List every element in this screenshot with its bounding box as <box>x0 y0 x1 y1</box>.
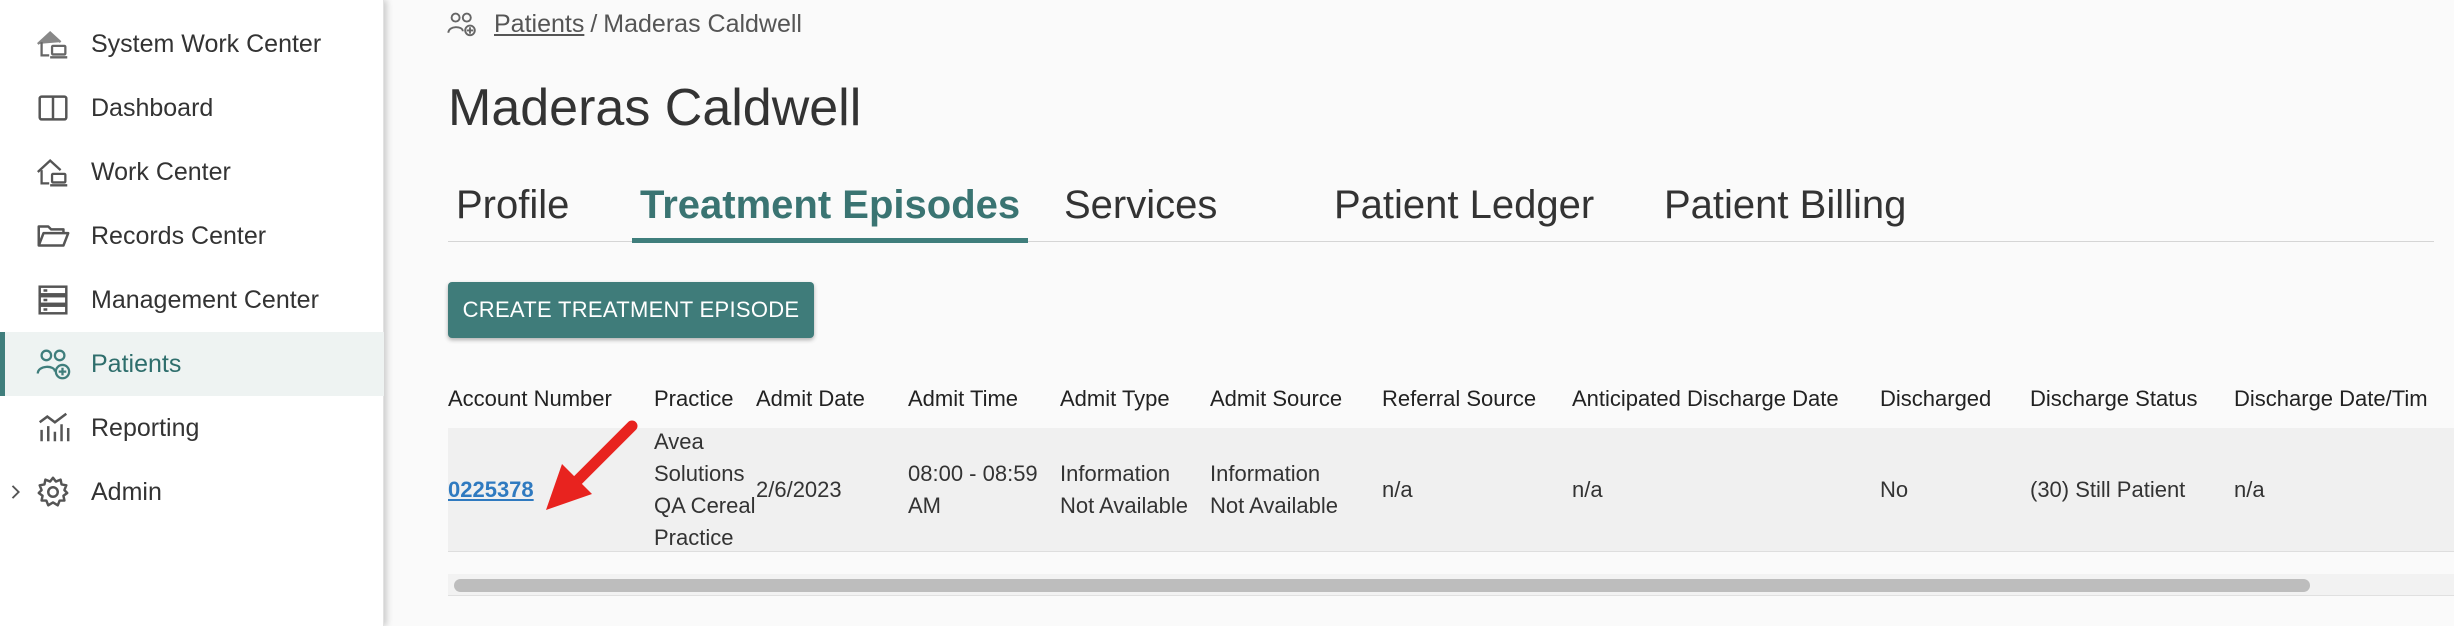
account-number-link[interactable]: 0225378 <box>448 477 534 502</box>
bar-chart-trend-icon <box>32 407 74 449</box>
sidebar-item-label: Management Center <box>91 285 319 314</box>
column-header-discharged[interactable]: Discharged <box>1880 386 1991 412</box>
column-header-discharge-datetime[interactable]: Discharge Date/Tim <box>2234 386 2428 412</box>
sidebar-item-work-center[interactable]: Work Center <box>0 140 384 204</box>
column-header-admit-type[interactable]: Admit Type <box>1060 386 1170 412</box>
column-header-admit-date[interactable]: Admit Date <box>756 386 865 412</box>
table-row[interactable]: 0225378 Avea Solutions QA Cereal Practic… <box>448 428 2454 552</box>
app-root: System Work Center Dashboard Work Center… <box>0 0 2454 626</box>
cell-discharged: No <box>1880 477 1909 502</box>
horizontal-scrollbar[interactable] <box>448 574 2454 596</box>
folder-open-icon <box>32 215 74 257</box>
cell-discharge-datetime: n/a <box>2234 477 2265 502</box>
annotation-arrow-icon <box>546 420 638 510</box>
sidebar-item-label: System Work Center <box>91 29 322 58</box>
sidebar-item-dashboard[interactable]: Dashboard <box>0 76 384 140</box>
sidebar-item-label: Records Center <box>91 221 267 250</box>
scrollbar-thumb[interactable] <box>454 579 2310 592</box>
column-header-admit-time[interactable]: Admit Time <box>908 386 1018 412</box>
cell-anticipated-discharge-date: n/a <box>1572 477 1603 502</box>
sidebar-item-label: Admin <box>91 477 162 506</box>
people-add-icon <box>446 9 480 39</box>
home-laptop-icon <box>32 151 74 193</box>
page-title: Maderas Caldwell <box>448 79 862 137</box>
cell-admit-type: Information Not Available <box>1060 461 1189 518</box>
breadcrumb-current: Maderas Caldwell <box>603 9 802 38</box>
sidebar-item-management-center[interactable]: Management Center <box>0 268 384 332</box>
sidebar-item-label: Patients <box>91 349 182 378</box>
cell-account-number: 0225378 <box>448 474 534 506</box>
tab-profile[interactable]: Profile <box>448 172 577 242</box>
sidebar-item-patients[interactable]: Patients <box>0 332 384 396</box>
server-stack-icon <box>32 279 74 321</box>
active-indicator <box>0 332 5 396</box>
sidebar-item-label: Dashboard <box>91 93 214 122</box>
breadcrumb: Patients / Maderas Caldwell <box>446 6 802 42</box>
tab-treatment-episodes[interactable]: Treatment Episodes <box>632 172 1029 243</box>
book-open-icon <box>32 87 74 129</box>
home-laptop-icon <box>32 23 74 65</box>
cell-admit-source: Information Not Available <box>1210 461 1339 518</box>
cell-practice: Avea Solutions QA Cereal Practice <box>654 429 756 550</box>
cell-admit-date: 2/6/2023 <box>756 477 842 502</box>
column-header-account-number[interactable]: Account Number <box>448 386 612 412</box>
tab-services[interactable]: Services <box>1056 172 1225 242</box>
chevron-right-icon[interactable] <box>8 480 24 504</box>
column-header-discharge-status[interactable]: Discharge Status <box>2030 386 2198 412</box>
tab-bar: Profile Treatment Episodes Services Pati… <box>448 172 2434 243</box>
tab-patient-billing[interactable]: Patient Billing <box>1656 172 1914 242</box>
sidebar-item-admin[interactable]: Admin <box>0 460 384 524</box>
sidebar-item-reporting[interactable]: Reporting <box>0 396 384 460</box>
people-add-icon <box>32 343 74 385</box>
sidebar-item-label: Work Center <box>91 157 231 186</box>
sidebar-nav: System Work Center Dashboard Work Center… <box>0 0 384 626</box>
tab-patient-ledger[interactable]: Patient Ledger <box>1326 172 1602 242</box>
cell-admit-time: 08:00 - 08:59 AM <box>908 461 1038 518</box>
breadcrumb-link-patients[interactable]: Patients <box>494 10 584 39</box>
column-header-practice[interactable]: Practice <box>654 386 733 412</box>
column-header-anticipated-discharge-date[interactable]: Anticipated Discharge Date <box>1572 386 1839 412</box>
cell-referral-source: n/a <box>1382 477 1413 502</box>
gear-icon <box>32 471 74 513</box>
column-header-referral-source[interactable]: Referral Source <box>1382 386 1536 412</box>
sidebar-item-records-center[interactable]: Records Center <box>0 204 384 268</box>
column-header-admit-source[interactable]: Admit Source <box>1210 386 1342 412</box>
cell-discharge-status: (30) Still Patient <box>2030 477 2186 502</box>
treatment-episodes-table: Account Number Practice Admit Date Admit… <box>448 380 2454 600</box>
main-content: Patients / Maderas Caldwell Maderas Cald… <box>384 0 2454 626</box>
breadcrumb-separator: / <box>590 9 598 38</box>
sidebar-item-label: Reporting <box>91 413 200 442</box>
create-treatment-episode-button[interactable]: CREATE TREATMENT EPISODE <box>448 282 814 338</box>
sidebar-item-system-work-center[interactable]: System Work Center <box>0 12 384 76</box>
